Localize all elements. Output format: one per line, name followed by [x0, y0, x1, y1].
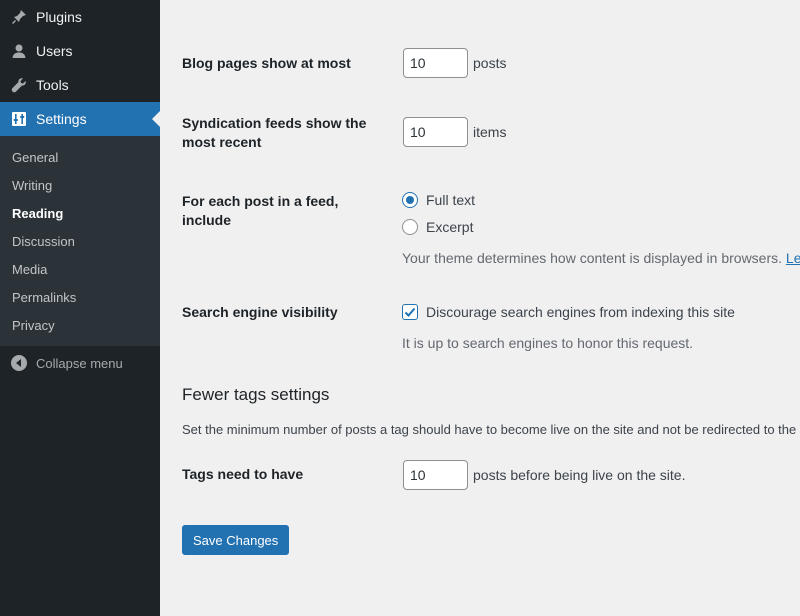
tags-need-suffix: posts before being live on the site. — [473, 467, 686, 483]
menu-label: Tools — [36, 77, 69, 93]
tags-need-label: Tags need to have — [182, 466, 304, 482]
wrench-icon — [10, 76, 28, 94]
collapse-arrow-icon — [10, 354, 28, 372]
menu-users[interactable]: Users — [0, 34, 160, 68]
menu-label: Users — [36, 43, 73, 59]
radio-excerpt-row[interactable]: Excerpt — [402, 219, 473, 235]
radio-full-text-row[interactable]: Full text — [402, 192, 475, 208]
admin-sidebar: Plugins Users Tools Settings General Wri… — [0, 0, 160, 616]
blog-pages-label: Blog pages show at most — [182, 55, 351, 71]
radio-full-text-label: Full text — [426, 192, 476, 208]
menu-label: Plugins — [36, 9, 82, 25]
blog-pages-suffix: posts — [473, 55, 507, 71]
save-changes-button[interactable]: Save Changes — [182, 525, 290, 555]
search-visibility-description: It is up to search engines to honor this… — [402, 335, 694, 351]
plugin-icon — [10, 8, 28, 26]
discourage-search-checkbox[interactable] — [402, 304, 418, 320]
menu-tools[interactable]: Tools — [0, 68, 160, 102]
fewer-tags-description: Set the minimum number of posts a tag sh… — [182, 422, 797, 437]
settings-submenu: General Writing Reading Discussion Media… — [0, 136, 160, 346]
syndication-input[interactable] — [403, 117, 468, 147]
radio-excerpt-label: Excerpt — [426, 219, 474, 235]
feed-include-label: For each post in a feed, include — [182, 193, 339, 228]
discourage-search-label: Discourage search engines from indexing … — [426, 304, 735, 320]
submenu-discussion[interactable]: Discussion — [0, 227, 160, 255]
radio-full-text[interactable] — [402, 192, 418, 208]
collapse-menu-button[interactable]: Collapse menu — [0, 346, 160, 380]
checkmark-icon — [404, 307, 416, 317]
search-visibility-label: Search engine visibility — [182, 304, 338, 320]
syndication-suffix: items — [473, 124, 507, 140]
menu-settings[interactable]: Settings — [0, 102, 160, 136]
submenu-reading[interactable]: Reading — [0, 199, 160, 227]
submenu-permalinks[interactable]: Permalinks — [0, 283, 160, 311]
radio-excerpt[interactable] — [402, 219, 418, 235]
submenu-privacy[interactable]: Privacy — [0, 311, 160, 339]
collapse-label: Collapse menu — [36, 355, 123, 371]
settings-main: Blog pages show at most posts Syndicatio… — [160, 0, 800, 616]
blog-pages-input[interactable] — [403, 48, 468, 78]
menu-plugins[interactable]: Plugins — [0, 0, 160, 34]
submenu-media[interactable]: Media — [0, 255, 160, 283]
menu-label: Settings — [36, 111, 87, 127]
submenu-general[interactable]: General — [0, 143, 160, 171]
submenu-writing[interactable]: Writing — [0, 171, 160, 199]
feed-include-description: Your theme determines how content is dis… — [402, 249, 800, 268]
fewer-tags-title: Fewer tags settings — [182, 385, 330, 404]
settings-icon — [10, 110, 28, 128]
tags-need-input[interactable] — [403, 460, 468, 490]
user-icon — [10, 42, 28, 60]
discourage-search-row[interactable]: Discourage search engines from indexing … — [402, 304, 735, 320]
syndication-label: Syndication feeds show the most recent — [182, 115, 367, 150]
learn-more-link[interactable]: Lea — [786, 250, 800, 266]
